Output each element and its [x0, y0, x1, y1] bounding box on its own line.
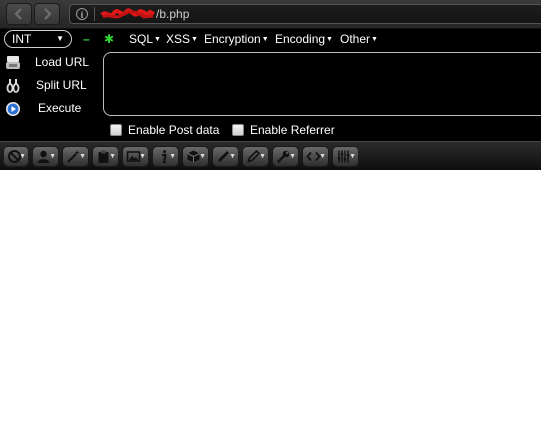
menu-sql[interactable]: SQL▼	[129, 32, 161, 46]
split-url-label: Split URL	[36, 78, 87, 92]
menu-xss[interactable]: XSS▼	[166, 32, 198, 46]
tools-menu-button[interactable]: ▼	[272, 146, 299, 167]
enable-referrer-label: Enable Referrer	[250, 123, 335, 137]
forward-arrow-icon	[44, 8, 52, 20]
webdeveloper-icon-toolbar: ▼ ▼ ▼ ▼ ▼ ▼ ▼ ▼ ▼ ▼ ▼ ▼	[0, 141, 541, 171]
execute-action[interactable]: Execute	[4, 100, 99, 118]
type-select-value: INT	[12, 32, 32, 46]
load-url-action[interactable]: Load URL	[4, 54, 99, 72]
disable-menu-button[interactable]: ▼	[3, 146, 29, 167]
redacted-host-scribble	[100, 8, 155, 19]
css-menu-button[interactable]: ▼	[62, 146, 89, 167]
type-select[interactable]: INT ▼	[4, 30, 72, 48]
url-textarea[interactable]	[103, 52, 541, 116]
miscellaneous-menu-button[interactable]: ▼	[182, 146, 209, 167]
forms-menu-button[interactable]: ▼	[92, 146, 119, 167]
back-button[interactable]	[6, 3, 32, 25]
outline-menu-button[interactable]: ▼	[212, 146, 239, 167]
images-menu-button[interactable]: ▼	[122, 146, 149, 167]
load-url-label: Load URL	[35, 55, 90, 69]
resize-menu-button[interactable]: ▼	[242, 146, 269, 167]
enable-post-data-checkbox[interactable]	[110, 124, 122, 136]
menu-other[interactable]: Other▼	[340, 32, 378, 46]
enable-referrer-checkbox[interactable]	[232, 124, 244, 136]
view-source-menu-button[interactable]: ▼	[302, 146, 329, 167]
forward-button[interactable]	[34, 3, 60, 25]
menu-encoding[interactable]: Encoding▼	[275, 32, 333, 46]
cookies-menu-button[interactable]: ▼	[32, 146, 59, 167]
address-divider	[94, 7, 95, 21]
split-url-action[interactable]: Split URL	[4, 77, 99, 95]
chevron-down-icon: ▼	[56, 34, 64, 43]
load-url-icon	[6, 56, 20, 69]
execute-label: Execute	[38, 101, 82, 115]
site-info-icon[interactable]: i	[76, 8, 88, 20]
options-menu-button[interactable]: ▼	[332, 146, 359, 167]
asterisk-icon[interactable]: ✱	[104, 32, 114, 46]
enable-post-data-label: Enable Post data	[128, 123, 220, 137]
information-menu-button[interactable]: ▼	[152, 146, 179, 167]
split-url-icon	[6, 79, 20, 93]
back-arrow-icon	[14, 8, 22, 20]
webdeveloper-hackbar-panel: i /b.php INT ▼ – ✱ SQL▼ XSS▼ Encryption▼…	[0, 0, 541, 171]
execute-play-icon	[6, 102, 20, 116]
page-blank-content	[0, 170, 541, 440]
address-bar[interactable]: i /b.php	[69, 4, 541, 24]
url-path-text: /b.php	[156, 7, 190, 21]
browser-nav-bar: i /b.php	[0, 0, 541, 29]
minus-icon[interactable]: –	[83, 32, 90, 46]
menu-encryption[interactable]: Encryption▼	[204, 32, 269, 46]
